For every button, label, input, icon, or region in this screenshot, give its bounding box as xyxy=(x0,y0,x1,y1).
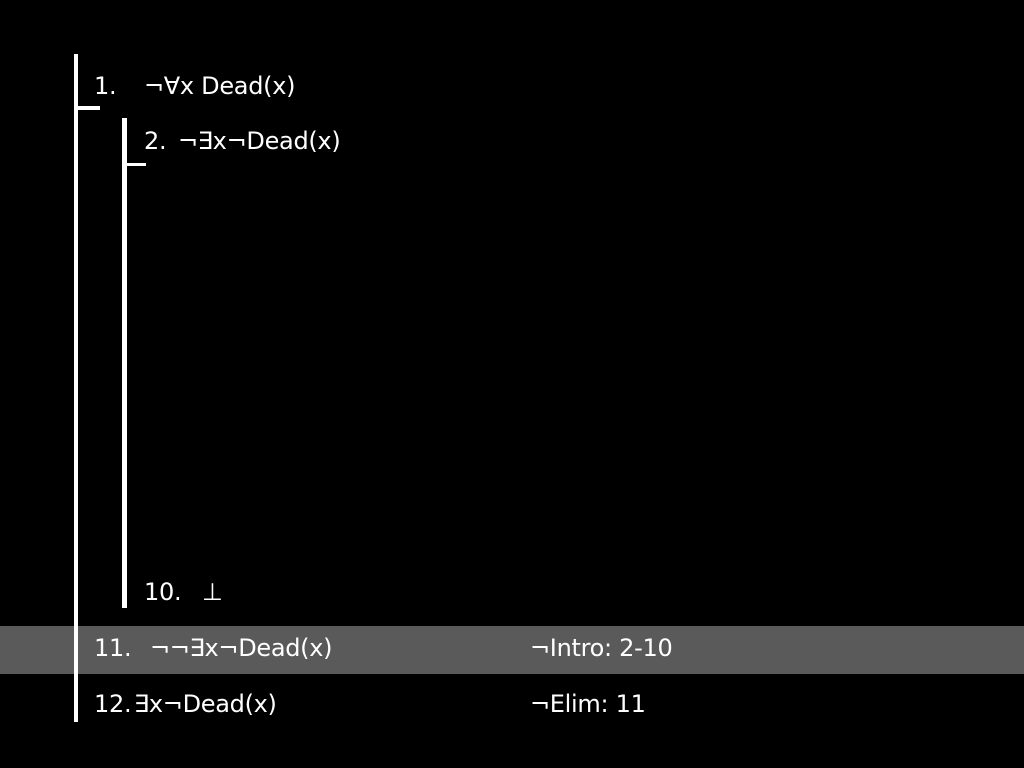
assumption-line-2-underline xyxy=(127,163,146,166)
line-2-formula: ¬∃x¬Dead(x) xyxy=(178,127,341,155)
line-11-justification: ¬Intro: 2-10 xyxy=(530,634,673,662)
line-10-number: 10. xyxy=(144,578,182,606)
line-10-formula: ⊥ xyxy=(202,578,223,606)
outer-subproof-bar xyxy=(74,54,78,722)
line-12-number: 12. xyxy=(94,690,132,718)
inner-subproof-bar xyxy=(122,118,127,608)
line-1-formula: ¬∀x Dead(x) xyxy=(144,72,296,100)
line-11-number: 11. xyxy=(94,634,132,662)
premise-line-1-underline xyxy=(78,106,100,110)
line-11-formula: ¬¬∃x¬Dead(x) xyxy=(150,634,333,662)
line-12-justification: ¬Elim: 11 xyxy=(530,690,646,718)
line-1-number: 1. xyxy=(94,72,117,100)
line-12-formula: ∃x¬Dead(x) xyxy=(134,690,277,718)
line-2-number: 2. xyxy=(144,127,167,155)
